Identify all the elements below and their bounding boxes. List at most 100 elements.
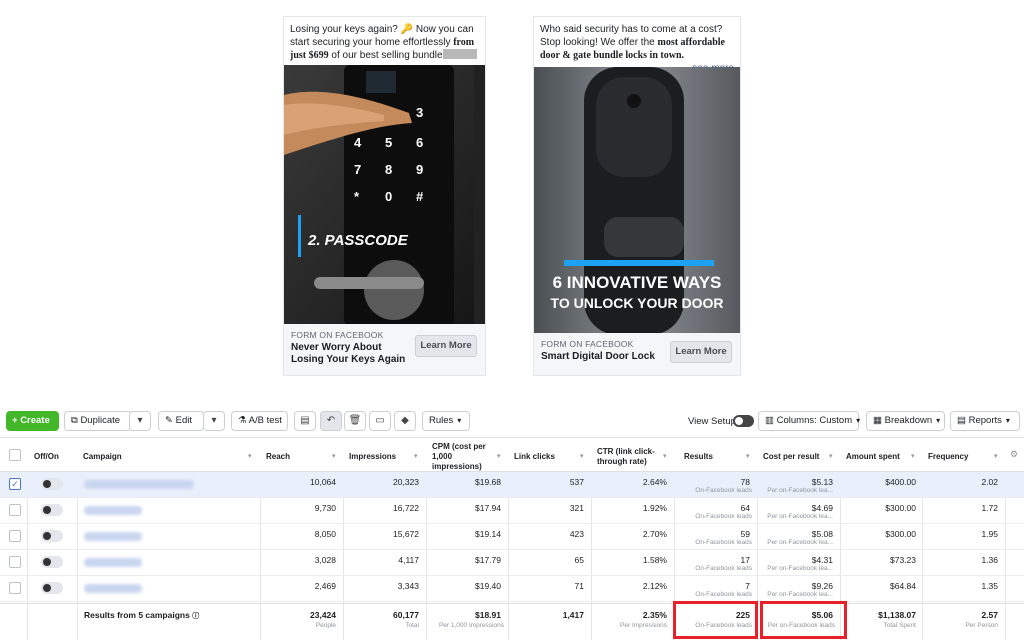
columns-button[interactable]: ▥ Columns: Custom ▾ xyxy=(758,411,861,431)
key-6: 6 xyxy=(416,135,424,150)
rules-button[interactable]: Rules ▾ xyxy=(422,411,470,431)
cell-reach: 2,469 xyxy=(314,581,336,591)
key-3: 3 xyxy=(416,105,424,120)
redacted-text xyxy=(442,49,477,59)
cell-results: 17 xyxy=(740,555,750,565)
row-checkbox[interactable] xyxy=(9,556,21,568)
row-checkbox[interactable] xyxy=(9,582,21,594)
cell-link-clicks: 65 xyxy=(574,555,584,565)
header-link-clicks[interactable]: Link clicks xyxy=(514,452,555,462)
header-frequency[interactable]: Frequency xyxy=(928,452,968,462)
header-cpm[interactable]: CPM (cost per 1,000 impressions) xyxy=(432,442,496,472)
cell-link-clicks: 423 xyxy=(569,529,584,539)
caret-down-icon: ▾ xyxy=(856,416,861,425)
campaign-name-redacted[interactable] xyxy=(84,584,142,593)
cell-cost-per-result: $4.31 xyxy=(811,555,833,565)
cell-cpr-sub: Per on-Facebook lea... xyxy=(767,591,833,598)
campaign-name-redacted[interactable] xyxy=(84,480,194,489)
ad-headline: Smart Digital Door Lock xyxy=(541,351,655,362)
cell-impressions: 20,323 xyxy=(393,477,419,487)
reports-button[interactable]: ▤ Reports ▾ xyxy=(950,411,1020,431)
cell-ctr: 1.92% xyxy=(642,503,667,513)
preview-button[interactable]: ▭ xyxy=(369,411,391,431)
ad-footer: FORM ON FACEBOOK Never Worry About Losin… xyxy=(284,324,485,375)
header-impressions[interactable]: Impressions xyxy=(349,452,396,462)
key-hash: # xyxy=(416,189,424,204)
table-row[interactable]: 9,730 16,722 $17.94 321 1.92% 64 On-Face… xyxy=(0,498,1024,524)
cell-amount-spent: $300.00 xyxy=(885,503,916,513)
cell-amount-spent: $300.00 xyxy=(885,529,916,539)
cell-frequency: 1.95 xyxy=(981,529,998,539)
cell-cost-per-result: $4.69 xyxy=(811,503,833,513)
cell-results-sub: On-Facebook leads xyxy=(695,487,752,494)
tag-icon: ◆ xyxy=(401,415,409,426)
table-row[interactable]: 2,469 3,343 $19.40 71 2.12% 7 On-Faceboo… xyxy=(0,576,1024,602)
edit-button[interactable]: ✎ Edit xyxy=(158,411,204,431)
cell-amount-spent: $73.23 xyxy=(890,555,916,565)
archive-button[interactable]: ▤ xyxy=(294,411,316,431)
caret-down-icon: ▾ xyxy=(1005,416,1010,425)
sort-caret-icon: ▾ xyxy=(497,453,501,460)
undo-icon: ↶ xyxy=(326,415,336,426)
cell-results: 7 xyxy=(745,581,750,591)
campaign-status-toggle[interactable] xyxy=(41,504,63,516)
cell-ctr: 1.58% xyxy=(642,555,667,565)
pencil-icon: ✎ xyxy=(165,415,176,426)
header-ctr[interactable]: CTR (link click-through rate) xyxy=(597,447,665,467)
key-4: 4 xyxy=(354,135,362,150)
cell-impressions: 4,117 xyxy=(398,555,419,565)
row-checkbox[interactable]: ✓ xyxy=(9,478,21,490)
cell-cpr-sub: Per on-Facebook lea... xyxy=(767,539,833,546)
tag-button[interactable]: ◆ xyxy=(394,411,416,431)
total-impressions-sub: Total xyxy=(405,622,419,629)
campaign-name-redacted[interactable] xyxy=(84,506,142,515)
plus-icon: + xyxy=(12,415,21,426)
learn-more-button[interactable]: Learn More xyxy=(670,341,732,363)
campaign-name-redacted[interactable] xyxy=(84,558,142,567)
campaign-name-redacted[interactable] xyxy=(84,532,142,541)
cell-reach: 8,050 xyxy=(314,529,336,539)
header-results[interactable]: Results xyxy=(684,452,713,462)
cell-cpr-sub: Per on-Facebook lea... xyxy=(767,487,833,494)
sort-caret-icon: ▾ xyxy=(829,453,833,460)
cell-results-sub: On-Facebook leads xyxy=(695,539,752,546)
duplicate-dropdown[interactable]: ▾ xyxy=(129,411,151,431)
row-checkbox[interactable] xyxy=(9,530,21,542)
ab-test-button[interactable]: ⚗ A/B test xyxy=(231,411,288,431)
sort-caret-icon: ▾ xyxy=(414,453,418,460)
view-setup-toggle[interactable] xyxy=(733,415,754,427)
table-row[interactable]: ✓ 10,064 20,323 $19.68 537 2.64% 78 On-F… xyxy=(0,472,1024,498)
delete-button[interactable]: 🗑 xyxy=(344,411,366,431)
create-button[interactable]: + Create xyxy=(6,411,59,431)
cell-impressions: 3,343 xyxy=(397,581,419,591)
undo-button[interactable]: ↶ xyxy=(320,411,342,431)
learn-more-button[interactable]: Learn More xyxy=(415,335,477,357)
edit-dropdown[interactable]: ▾ xyxy=(203,411,225,431)
total-cpm: $18.91 xyxy=(475,610,501,620)
campaign-status-toggle[interactable] xyxy=(41,478,63,490)
sort-caret-icon: ▾ xyxy=(663,453,667,460)
duplicate-button[interactable]: ⧉ Duplicate xyxy=(64,411,132,431)
ad-image-keypad: 3 4 5 6 7 8 9 * 0 # 2. PASSCODE xyxy=(284,65,485,326)
row-checkbox[interactable] xyxy=(9,504,21,516)
campaign-status-toggle[interactable] xyxy=(41,530,63,542)
table-row[interactable]: 3,028 4,117 $17.79 65 1.58% 17 On-Facebo… xyxy=(0,550,1024,576)
header-reach[interactable]: Reach xyxy=(266,452,290,462)
select-all-checkbox[interactable] xyxy=(9,449,21,461)
header-amount-spent[interactable]: Amount spent xyxy=(846,452,900,462)
cell-cost-per-result: $5.08 xyxy=(811,529,833,539)
header-campaign[interactable]: Campaign xyxy=(83,452,122,462)
caret-down-icon: ▾ xyxy=(936,416,941,425)
cell-frequency: 2.02 xyxy=(981,477,998,487)
table-row[interactable]: 8,050 15,672 $19.14 423 2.70% 59 On-Face… xyxy=(0,524,1024,550)
cell-cost-per-result: $9.26 xyxy=(811,581,833,591)
campaign-status-toggle[interactable] xyxy=(41,556,63,568)
info-icon[interactable]: ⓘ xyxy=(192,613,199,620)
header-off-on[interactable]: Off/On xyxy=(34,452,59,462)
breakdown-button[interactable]: ▦ Breakdown ▾ xyxy=(866,411,945,431)
campaign-status-toggle[interactable] xyxy=(41,582,63,594)
settings-icon[interactable]: ⚙ xyxy=(1010,449,1018,460)
key-star: * xyxy=(354,189,360,204)
header-cost-per-result[interactable]: Cost per result xyxy=(763,452,819,462)
cell-results-sub: On-Facebook leads xyxy=(695,513,752,520)
